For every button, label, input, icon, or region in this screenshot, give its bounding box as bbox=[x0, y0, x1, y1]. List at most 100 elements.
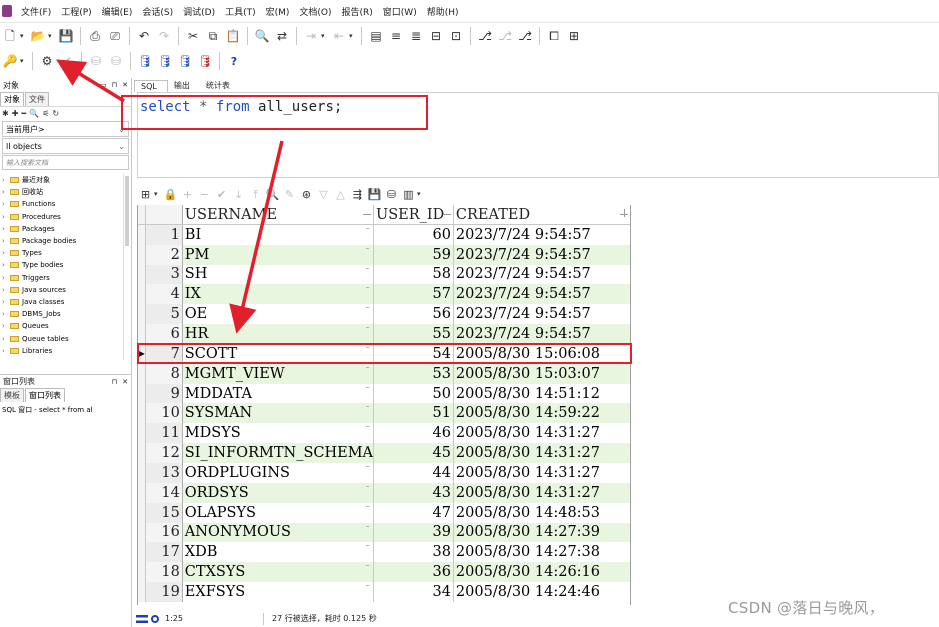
panel-pin-icon[interactable]: ⊓ bbox=[112, 81, 117, 89]
menu-window[interactable]: 窗口(W) bbox=[378, 5, 422, 18]
tree-item[interactable]: › Queues bbox=[0, 320, 131, 332]
cell-dropdown-icon[interactable]: ˇ bbox=[622, 443, 627, 452]
tree-item[interactable]: › Procedures bbox=[0, 211, 131, 223]
panel-pin-icon[interactable]: ⊓ bbox=[112, 378, 117, 386]
tree-item[interactable]: › Libraries bbox=[0, 345, 131, 357]
table-row[interactable]: 17 XDB ··· 38 2005/8/30 14:27:38 ˇ bbox=[138, 542, 631, 563]
row-number[interactable]: 2 bbox=[145, 244, 183, 265]
cell-created[interactable]: 2005/8/30 14:31:27 ˇ bbox=[453, 443, 631, 463]
cell-created[interactable]: 2023/7/24 9:54:57 ˇ bbox=[453, 304, 631, 325]
window-list-item[interactable]: SQL 窗口 - select * from al bbox=[0, 402, 131, 418]
cell-dropdown-icon[interactable]: ˇ bbox=[622, 344, 627, 353]
row-indicator[interactable] bbox=[138, 542, 147, 563]
row-indicator[interactable]: ▶ bbox=[138, 343, 147, 364]
menu-macro[interactable]: 宏(M) bbox=[261, 5, 295, 18]
cell-username[interactable]: OE ··· bbox=[182, 304, 375, 325]
cell-user-id[interactable]: 47 bbox=[373, 502, 454, 523]
add-record-icon[interactable]: + bbox=[179, 186, 196, 203]
db-disconnect-icon[interactable]: 🛢 bbox=[195, 51, 215, 71]
connect-db-icon[interactable]: 🛢 bbox=[135, 51, 155, 71]
tree-expand-icon[interactable]: › bbox=[2, 237, 10, 245]
menu-report[interactable]: 报告(R) bbox=[337, 5, 378, 18]
cell-created[interactable]: 2005/8/30 14:24:46 ˇ bbox=[453, 582, 631, 602]
uncomment-icon[interactable]: ≣ bbox=[406, 26, 426, 46]
row-number[interactable]: 16 bbox=[145, 522, 183, 543]
tree-item[interactable]: › 最近对象 bbox=[0, 174, 131, 186]
tree-expand-icon[interactable]: › bbox=[2, 188, 10, 196]
tree-expand-icon[interactable]: › bbox=[2, 298, 10, 306]
post-changes-icon[interactable]: ✔ bbox=[213, 186, 230, 203]
cell-dropdown-icon[interactable]: ˇ bbox=[622, 324, 627, 333]
cell-username[interactable]: MDDATA ··· bbox=[182, 383, 375, 404]
row-number[interactable]: 3 bbox=[145, 264, 183, 285]
table-row[interactable]: 2 PM ··· 59 2023/7/24 9:54:57 ˇ bbox=[138, 244, 631, 265]
cell-username[interactable]: XDB ··· bbox=[182, 542, 375, 563]
cell-user-id[interactable]: 38 bbox=[373, 542, 454, 563]
help-icon[interactable]: ? bbox=[224, 51, 244, 71]
cell-dropdown-icon[interactable]: ˇ bbox=[622, 284, 627, 293]
cell-ellipsis-icon[interactable]: ··· bbox=[365, 403, 370, 411]
chart-dropdown-icon[interactable]: ▾ bbox=[417, 190, 425, 198]
tree-expand-icon[interactable]: › bbox=[2, 213, 10, 221]
tile-windows-icon[interactable]: ⊞ bbox=[564, 26, 584, 46]
cell-created[interactable]: 2005/8/30 14:27:39 ˇ bbox=[453, 522, 631, 543]
tree-item[interactable]: › Packages bbox=[0, 223, 131, 235]
row-indicator[interactable] bbox=[138, 423, 147, 444]
cell-created[interactable]: 2023/7/24 9:54:57 ˇ bbox=[453, 324, 631, 344]
object-refresh-icon[interactable]: ↻ bbox=[52, 109, 59, 118]
cell-dropdown-icon[interactable]: ˇ bbox=[622, 463, 627, 472]
tree-expand-icon[interactable]: › bbox=[2, 261, 10, 269]
tab-objects[interactable]: 对象 bbox=[0, 92, 24, 106]
cell-username[interactable]: SCOTT ··· bbox=[182, 343, 375, 364]
tab-sql[interactable]: SQL bbox=[134, 80, 168, 92]
cell-dropdown-icon[interactable]: ˇ bbox=[622, 304, 627, 313]
cell-user-id[interactable]: 43 bbox=[373, 482, 454, 503]
cell-user-id[interactable]: 59 bbox=[373, 244, 454, 265]
outdent-dropdown-icon[interactable]: ▾ bbox=[349, 32, 357, 40]
table-row[interactable]: 6 HR ··· 55 2023/7/24 9:54:57 ˇ bbox=[138, 324, 631, 344]
tree-item[interactable]: › Functions bbox=[0, 198, 131, 210]
row-number[interactable]: 10 bbox=[145, 403, 183, 424]
step-out-icon[interactable]: ⎇ bbox=[515, 26, 535, 46]
cell-ellipsis-icon[interactable]: ··· bbox=[365, 364, 370, 372]
row-number[interactable]: 6 bbox=[145, 324, 183, 344]
row-indicator[interactable] bbox=[138, 363, 147, 384]
row-indicator[interactable] bbox=[138, 284, 147, 305]
cut-icon[interactable]: ✂ bbox=[183, 26, 203, 46]
tree-item[interactable]: › 回收站 bbox=[0, 186, 131, 198]
paste-icon[interactable]: 📋 bbox=[223, 26, 243, 46]
tree-expand-icon[interactable]: › bbox=[2, 225, 10, 233]
tree-item[interactable]: › Types bbox=[0, 247, 131, 259]
cell-username[interactable]: BI ··· bbox=[182, 224, 375, 245]
cell-user-id[interactable]: 53 bbox=[373, 363, 454, 384]
rollback-icon[interactable]: ⛁ bbox=[106, 51, 126, 71]
row-number[interactable]: 13 bbox=[145, 462, 183, 483]
tree-expand-icon[interactable]: › bbox=[2, 274, 10, 282]
redo-icon[interactable]: ↷ bbox=[154, 26, 174, 46]
cell-created[interactable]: 2023/7/24 9:54:57 ˇ bbox=[453, 264, 631, 285]
tree-expand-icon[interactable]: › bbox=[2, 322, 10, 330]
db-settings-icon[interactable]: 🛢 bbox=[175, 51, 195, 71]
column-header-created[interactable]: CREATED bbox=[453, 205, 631, 226]
table-row[interactable]: 3 SH ··· 58 2023/7/24 9:54:57 ˇ bbox=[138, 264, 631, 285]
row-indicator[interactable] bbox=[138, 403, 147, 424]
last-page-icon[interactable]: ⤒ bbox=[247, 186, 264, 203]
cell-dropdown-icon[interactable]: ˇ bbox=[622, 582, 627, 591]
cell-ellipsis-icon[interactable]: ··· bbox=[365, 225, 370, 233]
menu-edit[interactable]: 编辑(E) bbox=[97, 5, 138, 18]
row-indicator[interactable] bbox=[138, 324, 147, 344]
print-setup-icon[interactable]: ⎚ bbox=[105, 26, 125, 46]
column-header-user-id[interactable]: USER_ID bbox=[373, 205, 454, 226]
tree-item[interactable]: › DBMS_Jobs bbox=[0, 308, 131, 320]
bookmark-icon[interactable]: ⊟ bbox=[426, 26, 446, 46]
cell-user-id[interactable]: 60 bbox=[373, 224, 454, 245]
new-dropdown-icon[interactable]: ▾ bbox=[20, 32, 28, 40]
sql-editor[interactable]: select * from all_users; bbox=[137, 92, 939, 178]
find-icon[interactable]: 🔍 bbox=[252, 26, 272, 46]
cell-username[interactable]: ORDPLUGINS ··· bbox=[182, 462, 375, 483]
tree-scrollbar-thumb[interactable] bbox=[125, 176, 129, 246]
menu-project[interactable]: 工程(P) bbox=[56, 5, 96, 18]
row-indicator[interactable] bbox=[138, 482, 147, 503]
cell-ellipsis-icon[interactable]: ··· bbox=[365, 562, 370, 570]
cell-user-id[interactable]: 46 bbox=[373, 423, 454, 444]
